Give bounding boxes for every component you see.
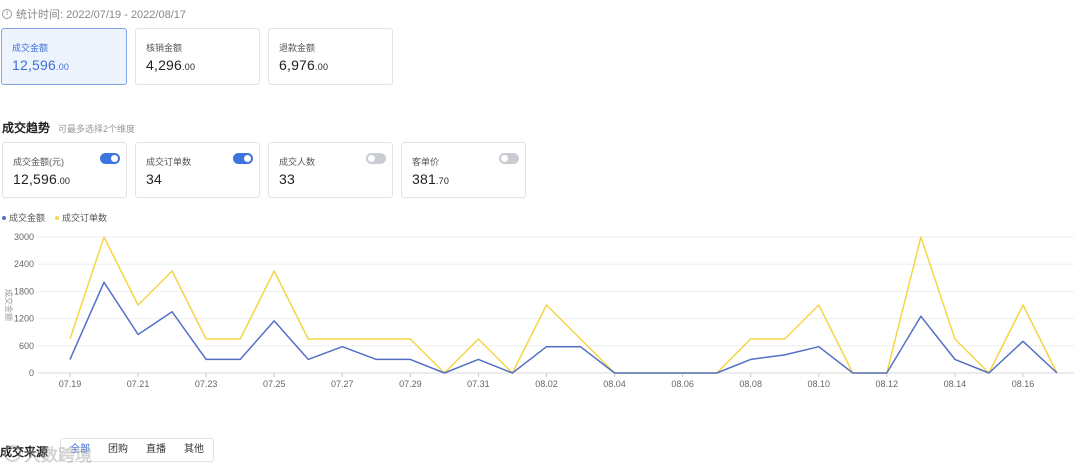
metric-card-buyers[interactable]: 成交人数 33 xyxy=(268,142,393,198)
tab-groupbuy[interactable]: 团购 xyxy=(99,439,137,461)
metric-toggle[interactable] xyxy=(366,153,386,164)
x-tick-label: 08.02 xyxy=(535,379,558,389)
y-axis-label: 成交金额 xyxy=(4,289,14,321)
series-line-orders xyxy=(69,236,1058,374)
tab-other[interactable]: 其他 xyxy=(175,439,213,461)
x-tick-label: 08.12 xyxy=(876,379,899,389)
summary-card-writeoff[interactable]: 核销金额 4,296.00 xyxy=(135,28,260,85)
metric-label: 成交人数 xyxy=(279,157,316,167)
summary-value: 6,976.00 xyxy=(279,57,329,73)
x-tick-label: 07.27 xyxy=(331,379,354,389)
metric-label: 成交金额(元) xyxy=(13,157,64,167)
info-icon: i xyxy=(2,9,12,19)
metric-label: 客单价 xyxy=(412,157,440,167)
legend-label: 成交金额 xyxy=(9,213,46,223)
y-tick-label: 3000 xyxy=(14,232,34,242)
tab-all[interactable]: 全部 xyxy=(61,439,99,461)
y-axis-ticks: 0 600 1200 1800 2400 3000 xyxy=(14,232,34,378)
y-tick-label: 0 xyxy=(29,368,34,378)
tab-live[interactable]: 直播 xyxy=(137,439,175,461)
legend-item-orders[interactable]: 成交订单数 xyxy=(55,211,107,224)
x-tick-label: 08.04 xyxy=(603,379,626,389)
metric-value: 34 xyxy=(146,171,162,187)
summary-card-amount[interactable]: 成交金额 12,596.00 xyxy=(1,28,127,85)
trend-line-chart: 0 600 1200 1800 2400 3000 07.19 07.21 07.23 07.2… xyxy=(4,232,1074,389)
metric-value: 381.70 xyxy=(412,171,450,187)
trend-hint: 可最多选择2个维度 xyxy=(58,124,136,134)
x-tick-label: 08.16 xyxy=(1012,379,1035,389)
x-axis-ticks: 07.19 07.21 07.23 07.25 07.27 07.29 07.31 08.02… xyxy=(59,373,1034,389)
y-tick-label: 1800 xyxy=(14,286,34,296)
source-tabs: 全部 团购 直播 其他 xyxy=(60,438,214,462)
x-tick-label: 08.10 xyxy=(807,379,830,389)
legend-item-amount[interactable]: 成交金额 xyxy=(2,211,45,224)
summary-label: 成交金额 xyxy=(12,43,49,53)
summary-label: 退款金额 xyxy=(279,43,316,53)
source-title: 成交来源 xyxy=(0,445,49,459)
legend-marker xyxy=(55,215,60,220)
y-tick-label: 1200 xyxy=(14,314,34,324)
x-tick-label: 07.29 xyxy=(399,379,422,389)
x-tick-label: 07.23 xyxy=(195,379,218,389)
metric-card-orders[interactable]: 成交订单数 34 xyxy=(135,142,260,198)
chart-grid xyxy=(38,236,1074,374)
legend-marker xyxy=(2,215,6,220)
x-tick-label: 07.21 xyxy=(127,379,150,389)
y-tick-label: 2400 xyxy=(14,259,34,269)
chart-series xyxy=(69,236,1058,374)
metric-value: 12,596.00 xyxy=(13,171,71,187)
trend-title: 成交趋势 xyxy=(2,121,51,135)
summary-value: 4,296.00 xyxy=(146,57,196,73)
legend-label: 成交订单数 xyxy=(62,213,108,223)
metric-label: 成交订单数 xyxy=(146,157,192,167)
x-tick-label: 07.25 xyxy=(263,379,286,389)
summary-value: 12,596.00 xyxy=(12,57,70,73)
metric-card-avg-price[interactable]: 客单价 381.70 xyxy=(401,142,526,198)
chart-legend: 成交金额 成交订单数 xyxy=(2,211,107,224)
metric-toggle[interactable] xyxy=(499,153,519,164)
metric-value: 33 xyxy=(279,171,295,187)
x-tick-label: 07.19 xyxy=(59,379,82,389)
series-line-amount xyxy=(69,281,1058,374)
x-tick-label: 08.08 xyxy=(739,379,762,389)
stat-period-label: 统计时间: 2022/07/19 - 2022/08/17 xyxy=(16,9,186,21)
stat-period: i 统计时间: 2022/07/19 - 2022/08/17 xyxy=(2,6,186,22)
metric-card-amount[interactable]: 成交金额(元) 12,596.00 xyxy=(2,142,127,198)
metric-toggle[interactable] xyxy=(233,153,253,164)
summary-card-refund[interactable]: 退款金额 6,976.00 xyxy=(268,28,393,85)
x-tick-label: 08.14 xyxy=(944,379,967,389)
x-tick-label: 07.31 xyxy=(467,379,490,389)
summary-label: 核销金额 xyxy=(146,43,183,53)
x-tick-label: 08.06 xyxy=(671,379,694,389)
metric-toggle[interactable] xyxy=(100,153,120,164)
y-tick-label: 600 xyxy=(19,341,34,351)
